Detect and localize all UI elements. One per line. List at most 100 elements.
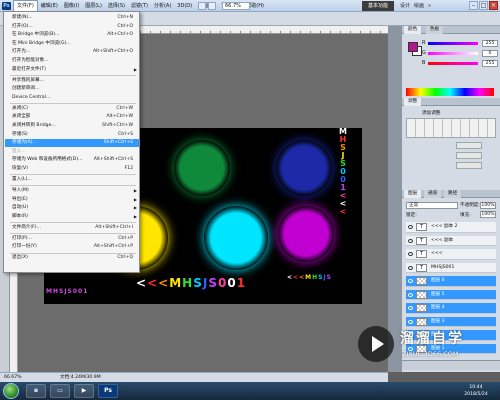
file-menu-item[interactable]: 打开为智能对象... (5, 57, 139, 65)
menu-separator (10, 102, 136, 104)
mini-bridge-icon[interactable] (208, 2, 216, 10)
file-menu-item[interactable]: 存储(S) Ctrl+S (5, 131, 139, 139)
menu-item-label: 打开为... (12, 49, 31, 55)
menu-item-shortcut: Ctrl+W (116, 105, 133, 111)
tab-channels[interactable]: 通道 (424, 190, 442, 198)
file-menu-item[interactable]: 退出(X) Ctrl+Q (5, 254, 139, 262)
file-menu-item[interactable]: 自动(U) ▶ (5, 204, 139, 212)
workspace-link[interactable]: 绘画 (412, 0, 426, 12)
file-menu-item[interactable]: 导入(M) ▶ (5, 187, 139, 195)
maximize-icon[interactable]: □ (479, 1, 488, 10)
file-menu-item[interactable]: 置入(L)... (5, 176, 139, 184)
file-menu-item[interactable]: 共享我的屏幕... (5, 77, 139, 85)
file-menu-item[interactable]: 脚本(R) ▶ (5, 213, 139, 221)
workspace-link[interactable]: 设计 (398, 0, 412, 12)
canvas-small-text-right: <<<MHSJS (287, 274, 332, 281)
color-spectrum[interactable] (406, 88, 494, 96)
menu-item-label: 关闭全部 (12, 114, 31, 120)
file-menu-item[interactable]: 关闭并转到 Bridge... Shift+Ctrl+W (5, 122, 139, 130)
zoom-field[interactable]: 66.7% (222, 2, 250, 10)
menu-item-label: Device Central... (12, 94, 51, 100)
tab-paths[interactable]: 路径 (444, 190, 462, 198)
file-menu-item[interactable]: 恢复(V) F12 (5, 165, 139, 173)
menu-item-label: 文件简介(F)... (12, 224, 41, 230)
menu-item[interactable]: 分析(A) (151, 0, 174, 12)
adjust-presets-grid[interactable] (406, 118, 496, 138)
tab-swatches[interactable]: 色板 (426, 26, 444, 34)
submenu-arrow-icon: ▶ (133, 196, 137, 202)
file-menu-item[interactable]: 最近打开文件(T) ▶ (5, 66, 139, 74)
file-menu-item[interactable]: 在 Mini Bridge 中浏览(G)... (5, 40, 139, 48)
fill-input[interactable]: 100% (480, 211, 496, 218)
eye-icon[interactable] (408, 238, 413, 243)
layer-row[interactable]: T <<< 副本 2 (406, 222, 496, 233)
status-zoom[interactable]: 66.67% (4, 373, 22, 382)
menu-item[interactable]: 3D(D) (174, 0, 195, 12)
eye-icon[interactable] (408, 306, 413, 310)
start-button-icon[interactable] (3, 383, 19, 399)
tab-color[interactable]: 颜色 (404, 26, 422, 34)
tab-adjust[interactable]: 调整 (404, 98, 422, 106)
menu-item-label: 脚本(R) (12, 213, 28, 219)
bridge-icon[interactable] (198, 2, 206, 10)
menu-separator (10, 185, 136, 187)
file-menu-item[interactable]: 创建新审阅... (5, 85, 139, 93)
layer-row[interactable]: 图层 4 (406, 303, 496, 314)
menu-item-label: 签入... (12, 148, 26, 154)
eye-icon[interactable] (408, 265, 413, 270)
media-player-icon[interactable]: ▶ (74, 384, 94, 398)
foreground-color-swatch[interactable] (408, 42, 418, 52)
color-slider-b[interactable]: B 255 (422, 60, 500, 67)
minimize-icon[interactable]: – (469, 1, 478, 10)
panel-dock-icons (388, 26, 402, 372)
layer-row[interactable]: T MHSJS001 (406, 262, 496, 274)
color-slider-g[interactable]: G 0 (422, 50, 500, 57)
menu-item-shortcut: Alt+Shift+Ctrl+P (93, 244, 133, 250)
layers-panel-tabbar: 图层 通道 路径 (402, 190, 500, 198)
file-menu-item[interactable]: 导出(E) ▶ (5, 196, 139, 204)
file-menu-item[interactable]: 存储为(A)... Shift+Ctrl+S (5, 139, 139, 147)
workspace-button[interactable]: 基本功能 (362, 1, 394, 11)
photoshop-task-icon[interactable]: Ps (98, 384, 118, 398)
close-icon[interactable]: × (489, 1, 498, 10)
layer-row[interactable]: 图层 6 (406, 276, 496, 287)
layer-row[interactable]: T <<< (406, 249, 496, 260)
layer-row[interactable]: 图层 5 (406, 289, 496, 301)
file-menu-item[interactable]: 关闭(C) Ctrl+W (5, 105, 139, 113)
tab-layers[interactable]: 图层 (404, 190, 422, 198)
file-menu-item[interactable]: 打印一份(Y) Alt+Shift+Ctrl+P (5, 243, 139, 251)
menu-item-label: 存储(S) (12, 131, 28, 137)
eye-icon[interactable] (408, 225, 413, 229)
adjust-button-1[interactable] (456, 142, 482, 149)
file-menu-item[interactable]: 在 Bridge 中浏览(B)... Alt+Ctrl+O (5, 31, 139, 39)
eye-icon[interactable] (408, 292, 413, 297)
file-menu-item[interactable]: 关闭全部 Alt+Ctrl+W (5, 113, 139, 121)
file-menu-item[interactable]: 打印(P)... Ctrl+P (5, 235, 139, 243)
file-menu-item[interactable]: 打开为... Alt+Shift+Ctrl+O (5, 48, 139, 56)
workspace-link[interactable]: » (426, 0, 433, 12)
right-panels: 颜色 色板 R 255 G 0 B 255 调整 添加调整 图层 通道 路径 正… (402, 26, 500, 372)
file-menu-item[interactable]: Device Central... (5, 94, 139, 102)
adjust-button-3[interactable] (456, 162, 482, 169)
eye-icon[interactable] (408, 252, 413, 256)
blend-mode-select[interactable]: 正常 (406, 202, 458, 209)
file-menu-item[interactable]: 打开(O)... Ctrl+O (5, 23, 139, 31)
eye-icon[interactable] (408, 279, 413, 283)
file-menu-item[interactable]: 存储为 Web 和设备所用格式(D)... Alt+Shift+Ctrl+S (5, 156, 139, 164)
menu-item-label: 打印(P)... (12, 235, 32, 241)
file-menu-item[interactable]: 新建(N)... Ctrl+N (5, 14, 139, 22)
watermark: 溜溜自学 ZIXUE.3D66.COM (352, 322, 500, 372)
play-logo-icon (358, 326, 394, 362)
windows-taskbar: e ▭ ▶ Ps 10:44 2018/5/24 (0, 382, 500, 400)
opacity-input[interactable]: 100% (480, 202, 496, 209)
magenta-circle (278, 206, 334, 262)
layer-row[interactable]: T <<< 副本 (406, 235, 496, 247)
menu-item-shortcut: Shift+Ctrl+W (102, 123, 133, 128)
ie-icon[interactable]: e (26, 384, 46, 398)
file-menu-item[interactable]: 文件简介(F)... Alt+Shift+Ctrl+I (5, 224, 139, 232)
adjust-button-2[interactable] (456, 152, 482, 159)
system-tray-clock[interactable]: 10:44 2018/5/24 (456, 383, 496, 399)
color-slider-r[interactable]: R 255 (422, 40, 500, 47)
submenu-arrow-icon: ▶ (133, 213, 137, 219)
folder-icon[interactable]: ▭ (50, 384, 70, 398)
